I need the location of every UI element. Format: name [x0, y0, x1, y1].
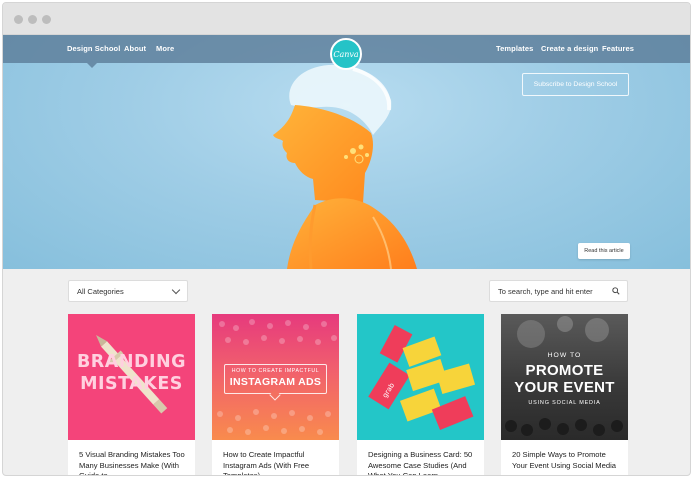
browser-window: Design School About More Templates Creat… [2, 2, 691, 476]
chevron-down-icon [171, 285, 181, 295]
nav-about[interactable]: About [124, 44, 146, 53]
card-image-text: MISTAKES [80, 374, 183, 394]
nav-more[interactable]: More [156, 44, 174, 53]
hero-banner: Design School About More Templates Creat… [3, 35, 690, 269]
business-cards-illustration: grab [368, 324, 476, 431]
nav-templates[interactable]: Templates [496, 44, 533, 53]
nav-create-design[interactable]: Create a design [541, 44, 598, 53]
card-image-text: USING SOCIAL MEDIA [528, 400, 601, 406]
nav-design-school[interactable]: Design School [67, 44, 120, 53]
card-title[interactable]: Designing a Business Card: 50 Awesome Ca… [368, 450, 478, 475]
card-title[interactable]: 5 Visual Branding Mistakes Too Many Busi… [79, 450, 189, 475]
category-select[interactable]: All Categories [68, 280, 188, 302]
card-image-text: HOW TO CREATE IMPACTFUL [231, 368, 320, 374]
card-image-text: YOUR EVENT [514, 379, 615, 396]
search-icon[interactable] [612, 287, 620, 295]
card-thumbnail: HOW TO PROMOTE YOUR EVENT USING SOCIAL M… [501, 314, 628, 440]
window-minimize-dot[interactable] [28, 15, 37, 24]
nav-features[interactable]: Features [602, 44, 634, 53]
article-card[interactable]: HOW TO CREATE IMPACTFUL INSTAGRAM ADS Ho… [212, 314, 339, 475]
card-title[interactable]: 20 Simple Ways to Promote Your Event Usi… [512, 450, 622, 471]
card-title[interactable]: How to Create Impactful Instagram Ads (W… [223, 450, 333, 475]
window-maximize-dot[interactable] [42, 15, 51, 24]
profile-illustration [273, 64, 417, 269]
category-selected-label: All Categories [77, 286, 124, 296]
card-thumbnail: HOW TO CREATE IMPACTFUL INSTAGRAM ADS [212, 314, 339, 440]
card-image-text: HOW TO [547, 352, 582, 359]
subscribe-button[interactable]: Subscribe to Design School [522, 73, 629, 96]
article-card[interactable]: HOW TO PROMOTE YOUR EVENT USING SOCIAL M… [501, 314, 628, 475]
canva-logo[interactable]: Canva [330, 38, 362, 70]
card-image-text: BRANDING [76, 352, 187, 372]
active-nav-indicator [87, 63, 97, 68]
card-image-text: PROMOTE [525, 362, 604, 379]
read-article-button[interactable]: Read this article [578, 243, 630, 259]
card-thumbnail: BRANDING MISTAKES [68, 314, 195, 440]
window-close-dot[interactable] [14, 15, 23, 24]
article-card[interactable]: BRANDING MISTAKES 5 Visual Branding Mist… [68, 314, 195, 475]
card-image-text: INSTAGRAM ADS [229, 376, 322, 388]
article-card[interactable]: grab Designing a Business Card: 50 Aweso… [357, 314, 484, 475]
card-thumbnail: grab [357, 314, 484, 440]
search-input[interactable] [489, 280, 628, 302]
browser-titlebar [3, 3, 690, 35]
